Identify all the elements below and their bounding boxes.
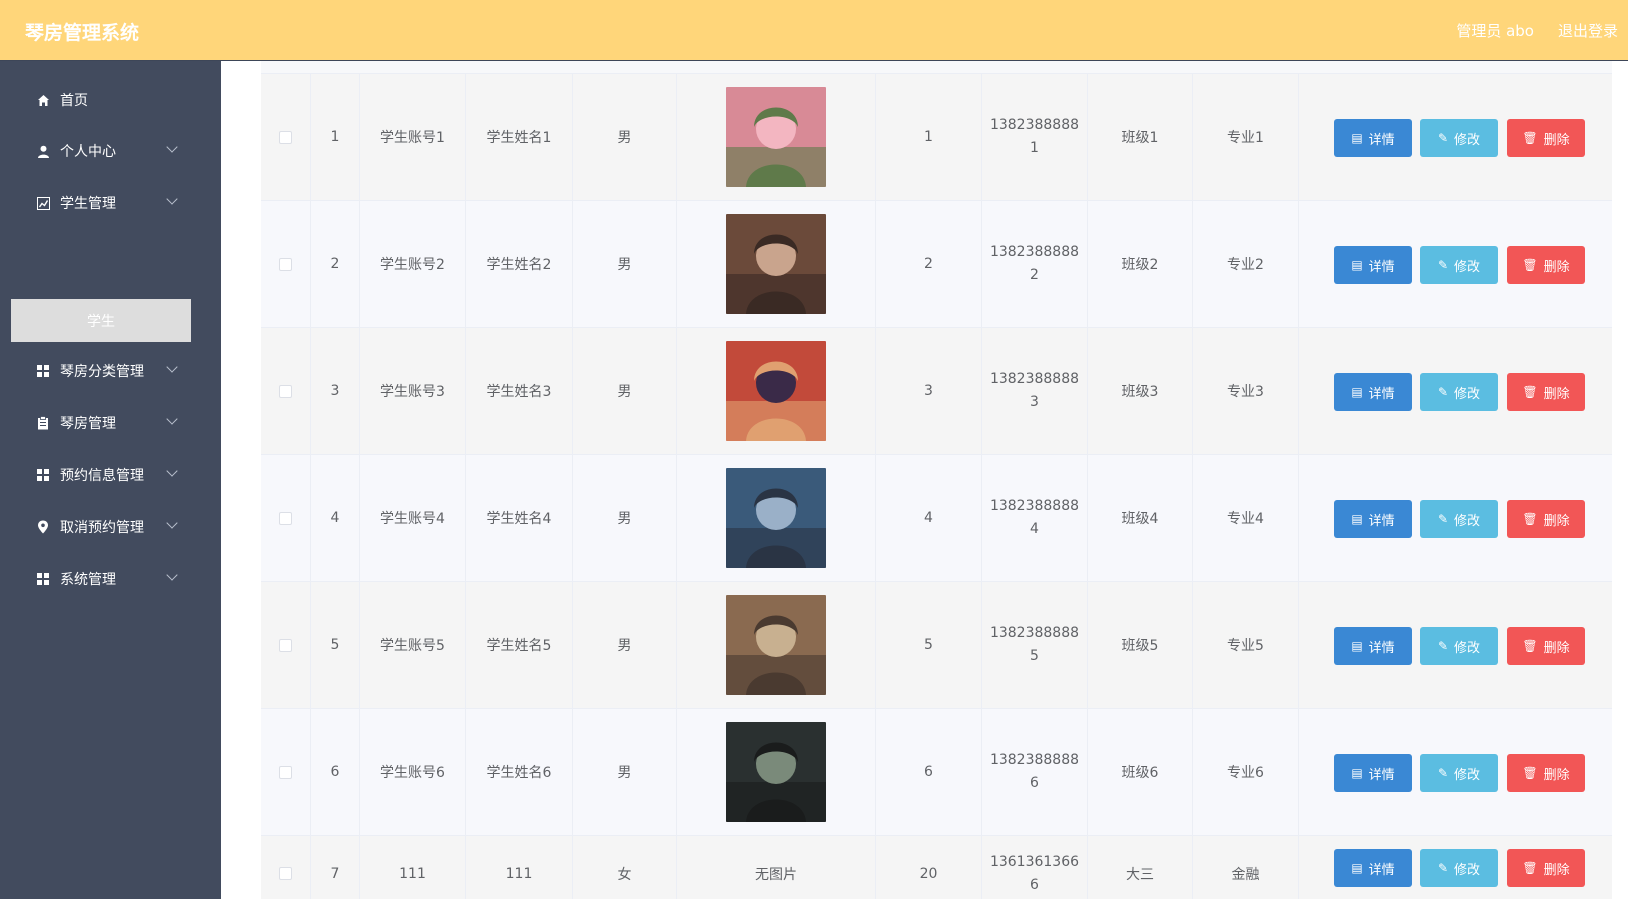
pencil-icon: ✎ bbox=[1437, 131, 1449, 145]
pencil-icon: ✎ bbox=[1437, 639, 1449, 653]
edit-button[interactable]: ✎ 修改 bbox=[1420, 246, 1498, 284]
edit-button[interactable]: ✎ 修改 bbox=[1420, 754, 1498, 792]
chevron-down-icon bbox=[166, 465, 178, 477]
trash-icon: 🗑 bbox=[1522, 385, 1538, 399]
trash-icon: 🗑 bbox=[1522, 131, 1538, 145]
grid-icon bbox=[36, 364, 50, 378]
chevron-down-icon bbox=[166, 413, 178, 425]
actions-cell: ▤ 详情 ✎ 修改 🗑 删除 bbox=[261, 74, 1612, 201]
sidebar-item-label: 系统管理 bbox=[60, 572, 116, 588]
sidebar-item-label: 琴房管理 bbox=[60, 416, 116, 432]
logout-link[interactable]: 退出登录 bbox=[1558, 20, 1618, 41]
sidebar-nav: 首页 个人中心 学生管理 学生 琴房分类管理 琴房管理 预约信息管理 取消预约管… bbox=[0, 61, 221, 899]
chevron-down-icon bbox=[166, 361, 178, 373]
trash-icon: 🗑 bbox=[1522, 766, 1538, 780]
actions-cell: ▤ 详情 ✎ 修改 🗑 删除 bbox=[261, 804, 1612, 899]
sidebar-item-label: 个人中心 bbox=[60, 144, 116, 160]
chevron-down-icon bbox=[166, 569, 178, 581]
user-icon bbox=[36, 144, 50, 158]
delete-button[interactable]: 🗑 删除 bbox=[1507, 373, 1585, 411]
pencil-icon: ✎ bbox=[1437, 861, 1449, 875]
detail-button[interactable]: ▤ 详情 bbox=[1334, 627, 1412, 665]
document-icon: ▤ bbox=[1351, 861, 1363, 875]
table-row: 2 学生账号2 学生姓名2 男 2 1382388888 2 班级2 专业2 ▤ 详情 ✎ 修改 🗑 删除 bbox=[261, 201, 1612, 328]
document-icon: ▤ bbox=[1351, 512, 1363, 526]
trash-icon: 🗑 bbox=[1522, 512, 1538, 526]
edit-button[interactable]: ✎ 修改 bbox=[1420, 500, 1498, 538]
edit-button[interactable]: ✎ 修改 bbox=[1420, 119, 1498, 157]
chevron-down-icon bbox=[166, 141, 178, 153]
chart-icon bbox=[36, 196, 50, 210]
student-table: 1 学生账号1 学生姓名1 男 1 1382388888 1 班级1 专业1 ▤ 详情 ✎ 修改 🗑 删除 2… bbox=[261, 61, 1612, 899]
document-icon: ▤ bbox=[1351, 639, 1363, 653]
delete-button[interactable]: 🗑 删除 bbox=[1507, 246, 1585, 284]
chevron-down-icon bbox=[166, 193, 178, 205]
clipboard-icon bbox=[36, 416, 50, 430]
actions-cell: ▤ 详情 ✎ 修改 🗑 删除 bbox=[261, 201, 1612, 328]
detail-button[interactable]: ▤ 详情 bbox=[1334, 246, 1412, 284]
sidebar-item-profile[interactable]: 个人中心 bbox=[0, 129, 221, 173]
detail-button[interactable]: ▤ 详情 bbox=[1334, 119, 1412, 157]
trash-icon: 🗑 bbox=[1522, 258, 1538, 272]
delete-button[interactable]: 🗑 删除 bbox=[1507, 627, 1585, 665]
delete-button[interactable]: 🗑 删除 bbox=[1507, 849, 1585, 887]
table-row: 1 学生账号1 学生姓名1 男 1 1382388888 1 班级1 专业1 ▤ 详情 ✎ 修改 🗑 删除 bbox=[261, 74, 1612, 201]
header-user-area: 管理员 abo 退出登录 bbox=[1432, 20, 1618, 41]
document-icon: ▤ bbox=[1351, 766, 1363, 780]
sidebar-item-home[interactable]: 首页 bbox=[0, 78, 221, 122]
trash-icon: 🗑 bbox=[1522, 639, 1538, 653]
detail-button[interactable]: ▤ 详情 bbox=[1334, 849, 1412, 887]
table-header-strip bbox=[261, 61, 1612, 74]
detail-button[interactable]: ▤ 详情 bbox=[1334, 500, 1412, 538]
actions-cell: ▤ 详情 ✎ 修改 🗑 删除 bbox=[261, 455, 1612, 582]
chevron-down-icon bbox=[166, 517, 178, 529]
current-user-label: 管理员 abo bbox=[1456, 22, 1534, 40]
table-row: 5 学生账号5 学生姓名5 男 5 1382388888 5 班级5 专业5 ▤ 详情 ✎ 修改 🗑 删除 bbox=[261, 582, 1612, 709]
edit-button[interactable]: ✎ 修改 bbox=[1420, 627, 1498, 665]
pencil-icon: ✎ bbox=[1437, 766, 1449, 780]
sidebar-item-label: 首页 bbox=[60, 93, 88, 109]
actions-cell: ▤ 详情 ✎ 修改 🗑 删除 bbox=[261, 582, 1612, 709]
delete-button[interactable]: 🗑 删除 bbox=[1507, 119, 1585, 157]
pencil-icon: ✎ bbox=[1437, 512, 1449, 526]
table-row: 7 111 111 女无图片 20 1361361366 6 大三 金融 ▤ 详情 ✎ 修改 🗑 删除 bbox=[261, 836, 1612, 899]
sidebar-item-label: 学生管理 bbox=[60, 196, 116, 212]
detail-button[interactable]: ▤ 详情 bbox=[1334, 373, 1412, 411]
table-row: 4 学生账号4 学生姓名4 男 4 1382388888 4 班级4 专业4 ▤ 详情 ✎ 修改 🗑 删除 bbox=[261, 455, 1612, 582]
sidebar-item-cancel-booking[interactable]: 取消预约管理 bbox=[0, 505, 221, 549]
home-icon bbox=[36, 93, 50, 107]
document-icon: ▤ bbox=[1351, 131, 1363, 145]
trash-icon: 🗑 bbox=[1522, 861, 1538, 875]
pin-icon bbox=[36, 520, 50, 534]
sidebar-item-room[interactable]: 琴房管理 bbox=[0, 401, 221, 445]
document-icon: ▤ bbox=[1351, 385, 1363, 399]
sidebar-item-system[interactable]: 系统管理 bbox=[0, 557, 221, 601]
sidebar-item-booking[interactable]: 预约信息管理 bbox=[0, 453, 221, 497]
app-title: 琴房管理系统 bbox=[25, 22, 140, 44]
sidebar-item-label: 预约信息管理 bbox=[60, 468, 144, 484]
sidebar-item-students[interactable]: 学生管理 bbox=[0, 181, 221, 225]
sidebar-subitem-student[interactable]: 学生 bbox=[11, 299, 191, 342]
table-row: 3 学生账号3 学生姓名3 男 3 1382388888 3 班级3 专业3 ▤ 详情 ✎ 修改 🗑 删除 bbox=[261, 328, 1612, 455]
edit-button[interactable]: ✎ 修改 bbox=[1420, 849, 1498, 887]
pencil-icon: ✎ bbox=[1437, 385, 1449, 399]
pencil-icon: ✎ bbox=[1437, 258, 1449, 272]
delete-button[interactable]: 🗑 删除 bbox=[1507, 754, 1585, 792]
grid-icon bbox=[36, 468, 50, 482]
actions-cell: ▤ 详情 ✎ 修改 🗑 删除 bbox=[261, 328, 1612, 455]
document-icon: ▤ bbox=[1351, 258, 1363, 272]
sidebar-item-label: 琴房分类管理 bbox=[60, 364, 144, 380]
detail-button[interactable]: ▤ 详情 bbox=[1334, 754, 1412, 792]
edit-button[interactable]: ✎ 修改 bbox=[1420, 373, 1498, 411]
sidebar-item-label: 取消预约管理 bbox=[60, 520, 144, 536]
grid-icon bbox=[36, 572, 50, 586]
top-header: 琴房管理系统 管理员 abo 退出登录 bbox=[0, 0, 1628, 61]
delete-button[interactable]: 🗑 删除 bbox=[1507, 500, 1585, 538]
sidebar-item-room-category[interactable]: 琴房分类管理 bbox=[0, 349, 221, 393]
